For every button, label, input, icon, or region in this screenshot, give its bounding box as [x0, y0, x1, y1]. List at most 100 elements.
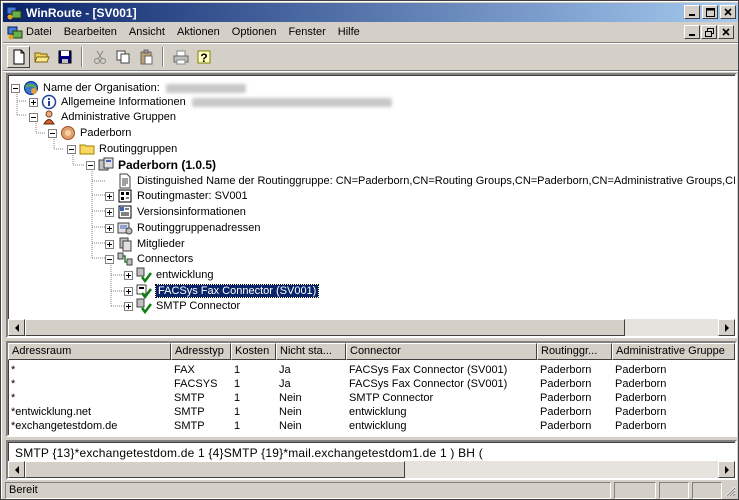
tree-horizontal-scrollbar[interactable] — [8, 319, 735, 336]
expand-icon[interactable] — [29, 97, 38, 107]
table-row[interactable]: * FACSYS 1 Ja FACSys Fax Connector (SV00… — [8, 377, 735, 391]
address-space-list[interactable]: Adressraum Adresstyp Kosten Nicht sta...… — [6, 341, 737, 437]
menu-aktionen[interactable]: Aktionen — [177, 26, 220, 38]
tree-item-label: SMTP Connector — [156, 300, 241, 312]
save-icon — [58, 50, 71, 64]
tree-item-paderborn[interactable]: Paderborn — [48, 125, 131, 141]
tree-pane[interactable]: Name der Organisation: Allgemeine Inform… — [6, 73, 737, 338]
scroll-right-button[interactable] — [718, 461, 735, 478]
collapse-icon[interactable] — [67, 144, 76, 154]
menu-ansicht[interactable]: Ansicht — [129, 26, 165, 38]
menu-datei[interactable]: Datei — [26, 26, 52, 38]
expand-icon[interactable] — [124, 286, 133, 296]
document-window-icon[interactable] — [7, 25, 23, 40]
maximize-button[interactable] — [702, 5, 718, 19]
save-button[interactable] — [53, 46, 76, 68]
collapse-icon[interactable] — [48, 128, 57, 138]
child-restore-button[interactable] — [701, 25, 717, 39]
menu-optionen[interactable]: Optionen — [232, 26, 277, 38]
redacted-value — [191, 97, 392, 107]
column-header-administrative-gruppe[interactable]: Administrative Gruppe — [612, 343, 735, 360]
winroute-app-icon — [6, 6, 22, 20]
tree-item-label: Routinggruppen — [99, 143, 178, 155]
cell-kosten: 1 — [234, 378, 241, 390]
table-row[interactable]: *entwicklung.net SMTP 1 Nein entwicklung… — [8, 405, 735, 419]
window-title: WinRoute - [SV001] — [26, 6, 137, 20]
cut-icon — [93, 50, 106, 64]
minimize-button[interactable] — [684, 5, 700, 19]
paste-button[interactable] — [134, 46, 157, 68]
cell-routinggruppe: Paderborn — [540, 420, 592, 432]
cell-connector: entwicklung — [349, 406, 407, 418]
table-row[interactable]: * SMTP 1 Nein SMTP Connector Paderborn P… — [8, 391, 735, 405]
table-row[interactable]: *exchangetestdom.de SMTP 1 Nein entwickl… — [8, 419, 735, 433]
title-bar[interactable]: WinRoute - [SV001] — [3, 3, 738, 22]
tree-item-label: FACSys Fax Connector (SV001) — [154, 284, 320, 298]
detail-horizontal-scrollbar[interactable] — [8, 461, 735, 478]
tree-item-administrative-gruppen[interactable]: Administrative Gruppen — [29, 109, 176, 125]
copy-button[interactable] — [111, 46, 134, 68]
expand-icon[interactable] — [105, 239, 114, 249]
tree-item-mitglieder[interactable]: Mitglieder — [105, 236, 185, 252]
menu-hilfe[interactable]: Hilfe — [338, 26, 360, 38]
status-bar: Bereit — [3, 480, 738, 499]
arrow-left-icon — [14, 465, 19, 474]
arrow-right-icon — [724, 323, 729, 332]
menu-fenster[interactable]: Fenster — [288, 26, 325, 38]
tree-item-label: Routinggruppenadressen — [137, 222, 261, 234]
tree-item-routingmaster[interactable]: Routingmaster: SV001 — [105, 188, 248, 204]
minimize-icon — [689, 34, 695, 36]
expand-icon[interactable] — [105, 223, 114, 233]
tree-item-label: Paderborn — [80, 127, 132, 139]
scroll-left-button[interactable] — [8, 319, 25, 336]
column-header-routinggruppe[interactable]: Routinggr... — [537, 343, 612, 360]
collapse-icon[interactable] — [86, 160, 95, 170]
tree-item-label: Mitglieder — [137, 238, 185, 250]
open-button[interactable] — [30, 46, 53, 68]
cell-nicht-standard: Ja — [279, 378, 291, 390]
scroll-left-button[interactable] — [8, 461, 25, 478]
collapse-icon[interactable] — [11, 83, 20, 93]
child-minimize-button[interactable] — [684, 25, 700, 39]
table-row[interactable]: * FAX 1 Ja FACSys Fax Connector (SV001) … — [8, 363, 735, 377]
resize-grip-icon[interactable] — [724, 485, 736, 497]
column-header-connector[interactable]: Connector — [346, 343, 537, 360]
column-header-adressraum[interactable]: Adressraum — [8, 343, 171, 360]
new-button[interactable] — [7, 46, 30, 68]
expand-icon[interactable] — [105, 207, 114, 217]
arrow-left-icon — [14, 323, 19, 332]
help-button[interactable]: ? — [192, 46, 215, 68]
tree-item-connectors[interactable]: Connectors — [105, 251, 193, 267]
expand-icon[interactable] — [105, 191, 114, 201]
detail-text-pane[interactable]: SMTP {13}*exchangetestdom.de 1 {4}SMTP {… — [6, 440, 737, 480]
column-header-kosten[interactable]: Kosten — [231, 343, 276, 360]
cut-button[interactable] — [88, 46, 111, 68]
collapse-icon[interactable] — [105, 254, 114, 264]
tree-item-routinggruppenadressen[interactable]: Routinggruppenadressen — [105, 220, 261, 236]
expand-icon[interactable] — [124, 270, 133, 280]
scroll-thumb[interactable] — [25, 461, 405, 478]
info-icon — [41, 94, 57, 110]
status-panel — [659, 482, 689, 499]
tree-item-routinggruppen[interactable]: Routinggruppen — [67, 141, 177, 157]
tree-item-entwicklung[interactable]: entwicklung — [124, 267, 213, 283]
tree-item-versionsinformationen[interactable]: Versionsinformationen — [105, 204, 246, 220]
tree-item-smtp-connector[interactable]: SMTP Connector — [124, 298, 240, 314]
collapse-icon[interactable] — [29, 112, 38, 122]
close-button[interactable] — [720, 5, 736, 19]
scroll-thumb[interactable] — [25, 319, 625, 336]
menu-bearbeiten[interactable]: Bearbeiten — [64, 26, 117, 38]
tree-item-allgemeine-informationen[interactable]: Allgemeine Informationen — [29, 94, 392, 110]
column-header-nicht-standard[interactable]: Nicht sta... — [276, 343, 346, 360]
expand-icon[interactable] — [124, 301, 133, 311]
cell-kosten: 1 — [234, 392, 241, 404]
tree-item-distinguished-name[interactable]: Distinguished Name der Routinggruppe: CN… — [117, 173, 735, 189]
tree-item-facsys-fax-connector[interactable]: FACSys Fax Connector (SV001) — [124, 283, 320, 299]
print-button[interactable] — [169, 46, 192, 68]
cell-administrative-gruppe: Paderborn — [615, 364, 667, 376]
scroll-right-button[interactable] — [718, 319, 735, 336]
tree-item-paderborn-routinggroup[interactable]: Paderborn (1.0.5) — [86, 157, 216, 173]
column-header-adresstyp[interactable]: Adresstyp — [171, 343, 231, 360]
child-close-button[interactable] — [718, 25, 734, 39]
help-icon: ? — [197, 50, 210, 65]
